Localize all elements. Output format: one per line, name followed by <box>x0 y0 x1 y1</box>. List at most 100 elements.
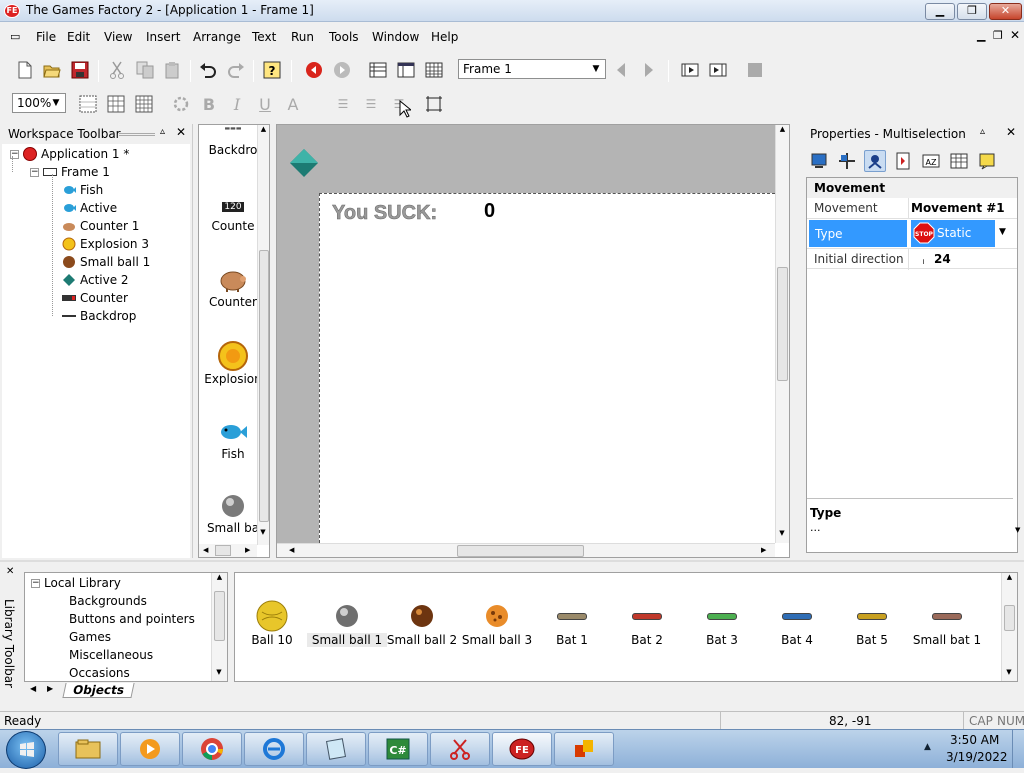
show-grid-icon[interactable] <box>77 93 99 115</box>
explorer-icon[interactable] <box>58 732 118 766</box>
tree-item-buttons[interactable]: Buttons and pointers <box>69 610 195 628</box>
scroll-right-icon[interactable]: ▶ <box>761 546 766 554</box>
tree-item-application[interactable]: − Application 1 * <box>10 145 129 163</box>
frame-hscrollbar[interactable]: ◀ ▶ <box>277 543 775 557</box>
tree-item-local-library[interactable]: − Local Library <box>31 574 121 592</box>
redo-icon[interactable] <box>225 59 247 81</box>
scroll-up-icon[interactable]: ▲ <box>776 125 789 133</box>
start-button[interactable] <box>6 731 46 769</box>
chevron-down-icon[interactable]: ▼ <box>999 227 1006 237</box>
restore-button[interactable]: ❐ <box>957 3 987 20</box>
frame-editor-icon[interactable] <box>395 59 417 81</box>
frame-select[interactable]: Frame 1 ▼ <box>458 59 606 79</box>
menu-edit[interactable]: Edit <box>67 30 90 44</box>
font-icon[interactable] <box>170 93 192 115</box>
csharp-icon[interactable]: C# <box>368 732 428 766</box>
expand-toggle-icon[interactable]: − <box>31 578 40 588</box>
snap-grid-icon[interactable] <box>105 93 127 115</box>
menu-text[interactable]: Text <box>252 30 276 44</box>
storyboard-icon[interactable] <box>367 59 389 81</box>
tree-item-backdrop[interactable]: Backdrop <box>62 307 136 325</box>
show-hidden-icons-icon[interactable]: ▲ <box>924 742 931 752</box>
undo-icon[interactable] <box>197 59 219 81</box>
frame-editor[interactable]: You SUCK: 0 ▲ ▼ ◀ ▶ <box>276 124 790 558</box>
snipping-tool-icon[interactable] <box>430 732 490 766</box>
clock-time[interactable]: 3:50 AM <box>950 733 999 747</box>
property-row-initial-direction[interactable]: Initial direction ╷ 24 <box>807 248 1017 270</box>
tab-scroll-right-icon[interactable]: ▶ <box>47 684 53 693</box>
italic-icon[interactable]: I <box>226 93 248 115</box>
tree-item-miscellaneous[interactable]: Miscellaneous <box>69 646 153 664</box>
scroll-up-icon[interactable]: ▲ <box>258 125 269 133</box>
save-icon[interactable] <box>69 59 91 81</box>
mdi-minimize-button[interactable]: ▁ <box>977 29 985 42</box>
library-splitter[interactable] <box>0 560 1024 562</box>
menu-file[interactable]: File <box>36 30 56 44</box>
type-select[interactable]: STOP Static <box>911 220 995 247</box>
close-icon[interactable]: ✕ <box>6 566 14 577</box>
games-factory-icon[interactable]: FE <box>492 732 552 766</box>
library-item[interactable]: Small ball 1 <box>307 599 387 647</box>
chrome-icon[interactable] <box>182 732 242 766</box>
tab-objects[interactable]: Objects <box>62 683 135 698</box>
scroll-up-icon[interactable]: ▲ <box>212 573 227 581</box>
menu-view[interactable]: View <box>104 30 132 44</box>
close-icon[interactable]: ✕ <box>1006 125 1016 139</box>
movement-icon[interactable] <box>864 150 886 172</box>
collapse-icon[interactable]: ▵ <box>980 126 985 137</box>
object-list-scrollbar[interactable]: ▲ ▼ <box>257 125 269 545</box>
size-position-icon[interactable] <box>836 150 858 172</box>
new-icon[interactable] <box>14 59 36 81</box>
object-item-counter-pig[interactable]: Counter <box>203 265 263 309</box>
frame-canvas[interactable]: You SUCK: 0 <box>319 193 775 543</box>
run-application-icon[interactable] <box>707 59 729 81</box>
library-item[interactable]: Small ball 3 <box>457 599 537 647</box>
tree-item-small-ball1[interactable]: Small ball 1 <box>62 253 150 271</box>
object-item-explosion[interactable]: Explosion <box>203 340 263 386</box>
show-desktop-button[interactable] <box>1012 730 1024 768</box>
align-left-icon[interactable]: ☰ <box>332 93 354 115</box>
tree-item-backgrounds[interactable]: Backgrounds <box>69 592 147 610</box>
grid-setup-icon[interactable] <box>133 93 155 115</box>
minimize-button[interactable]: ▁ <box>925 3 955 20</box>
object-list-hscrollbar[interactable]: ◀ ▶ <box>199 544 257 557</box>
play-icon[interactable] <box>331 59 353 81</box>
cut-icon[interactable] <box>106 59 128 81</box>
object-item-fish[interactable]: Fish <box>203 417 263 461</box>
scroll-down-icon[interactable]: ▼ <box>1002 668 1016 676</box>
run-frame-icon[interactable] <box>679 59 701 81</box>
text-color-icon[interactable]: A <box>282 93 304 115</box>
library-item[interactable]: Small bat 1 <box>907 599 987 647</box>
library-tree-scrollbar[interactable]: ▲ ▼ <box>211 573 227 681</box>
library-item[interactable]: Bat 2 <box>607 599 687 647</box>
tree-item-games[interactable]: Games <box>69 628 111 646</box>
tree-item-frame[interactable]: − Frame 1 <box>30 163 110 181</box>
frame-vscrollbar[interactable]: ▲ ▼ <box>775 125 789 543</box>
object-item-backdrop[interactable]: ▬▬▬ Backdro <box>203 125 263 157</box>
mdi-close-button[interactable]: ✕ <box>1010 28 1020 42</box>
library-items-scrollbar[interactable]: ▲ ▼ <box>1001 573 1017 681</box>
library-item[interactable]: Bat 5 <box>832 599 912 647</box>
next-frame-icon[interactable] <box>638 59 660 81</box>
scroll-thumb[interactable] <box>777 267 788 381</box>
help-divider[interactable] <box>807 498 1013 499</box>
scroll-down-icon[interactable]: ▼ <box>258 528 268 536</box>
menu-window[interactable]: Window <box>372 30 419 44</box>
display-icon[interactable] <box>808 150 830 172</box>
object-item-small-ball[interactable]: Small ba <box>203 491 263 535</box>
resize-icon[interactable] <box>423 93 445 115</box>
scroll-thumb[interactable] <box>259 250 269 522</box>
scroll-thumb[interactable] <box>214 591 225 641</box>
tab-scroll-left-icon[interactable]: ◀ <box>30 684 36 693</box>
underline-icon[interactable]: U <box>254 93 276 115</box>
menu-arrange[interactable]: Arrange <box>193 30 241 44</box>
scroll-left-icon[interactable]: ◀ <box>203 546 208 554</box>
library-item[interactable]: Ball 10 <box>232 599 312 647</box>
scroll-down-icon[interactable]: ▼ <box>776 529 788 537</box>
library-item[interactable]: Small ball 2 <box>382 599 462 647</box>
help-icon[interactable]: ? <box>261 59 283 81</box>
mdi-restore-button[interactable]: ❐ <box>993 29 1003 42</box>
app-icon[interactable]: FE <box>4 4 20 18</box>
tree-item-active[interactable]: Active <box>62 199 117 217</box>
tree-item-occasions[interactable]: Occasions <box>69 664 130 682</box>
